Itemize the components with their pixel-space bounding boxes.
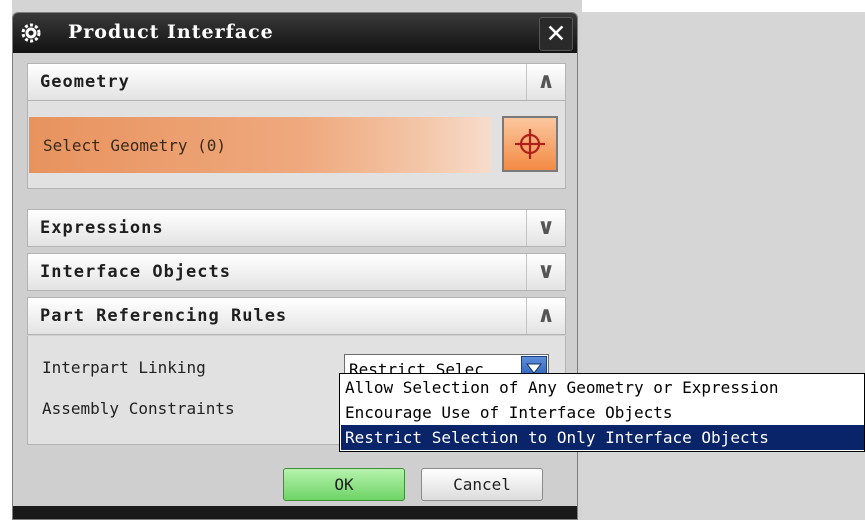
dropdown-option[interactable]: Encourage Use of Interface Objects: [341, 400, 864, 425]
gear-icon: [20, 22, 42, 44]
interpart-linking-label: Interpart Linking: [42, 358, 206, 377]
group-header-geometry[interactable]: Geometry ∧: [27, 63, 566, 101]
close-icon[interactable]: ✕: [539, 17, 573, 51]
ok-button[interactable]: OK: [283, 468, 405, 501]
title-bar[interactable]: Product Interface ✕: [13, 13, 577, 53]
group-label-part-referencing-rules: Part Referencing Rules: [40, 306, 288, 326]
expand-icon[interactable]: ∨: [526, 254, 565, 290]
dropdown-option-selected[interactable]: Restrict Selection to Only Interface Obj…: [341, 425, 864, 450]
group-header-expressions[interactable]: Expressions ∨: [27, 209, 566, 247]
assembly-constraints-label: Assembly Constraints: [42, 399, 235, 418]
dialog-title: Product Interface: [68, 21, 274, 43]
group-header-interface-objects[interactable]: Interface Objects ∨: [27, 253, 566, 291]
interpart-linking-dropdown-list: Allow Selection of Any Geometry or Expre…: [339, 373, 865, 452]
collapse-icon[interactable]: ∧: [526, 64, 565, 100]
background-left: [0, 0, 12, 520]
geometry-panel: Select Geometry (0): [27, 101, 566, 189]
group-header-part-referencing-rules[interactable]: Part Referencing Rules ∧: [27, 297, 566, 335]
select-geometry-label: Select Geometry (0): [43, 136, 227, 155]
dropdown-option[interactable]: Allow Selection of Any Geometry or Expre…: [341, 375, 864, 400]
group-label-interface-objects: Interface Objects: [40, 262, 231, 282]
collapse-icon[interactable]: ∧: [526, 298, 565, 334]
cancel-button[interactable]: Cancel: [421, 468, 543, 501]
group-label-expressions: Expressions: [40, 218, 164, 238]
dialog-bottom-bar: [13, 506, 577, 519]
expand-icon[interactable]: ∨: [526, 210, 565, 246]
select-geometry-field[interactable]: Select Geometry (0): [29, 117, 491, 173]
group-label-geometry: Geometry: [40, 72, 130, 92]
select-geometry-button[interactable]: [502, 116, 558, 172]
